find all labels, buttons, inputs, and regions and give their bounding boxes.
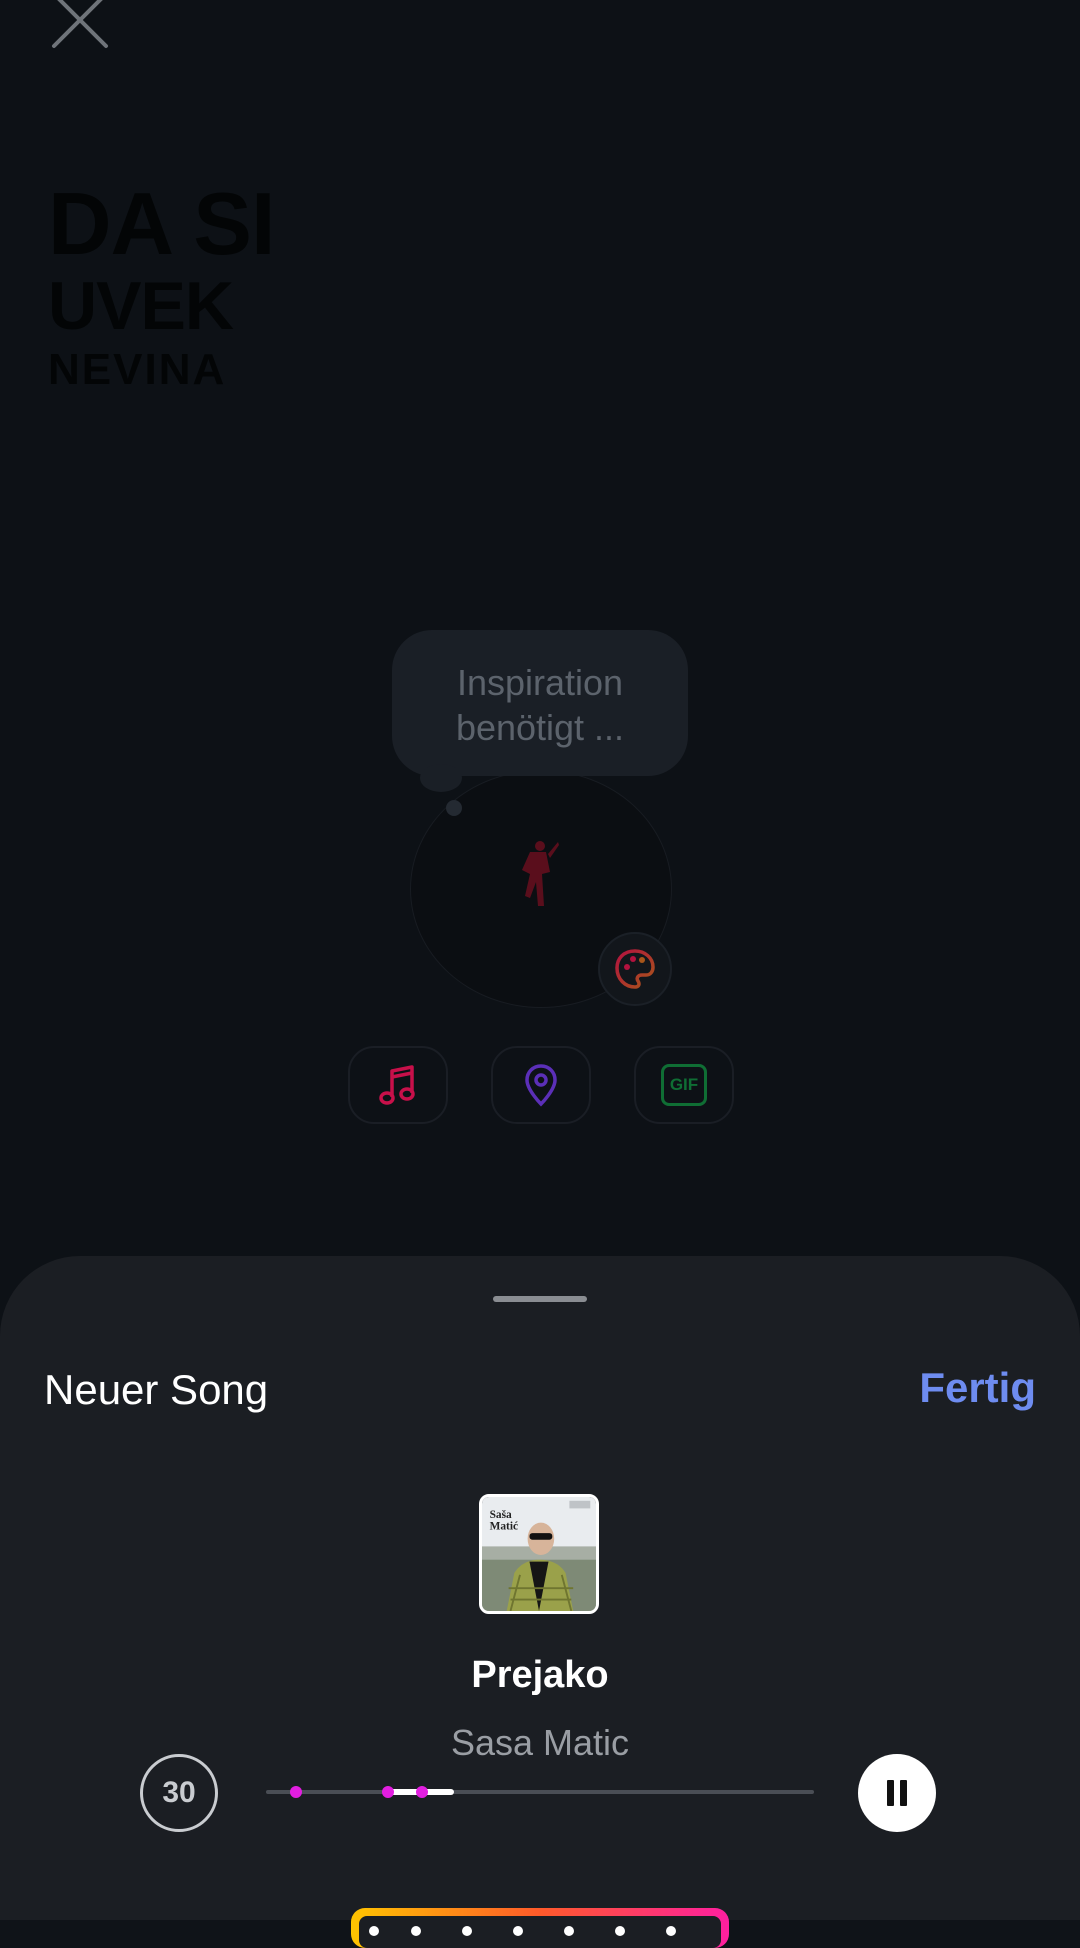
gif-icon: GIF [661, 1064, 707, 1106]
waveform-dot [666, 1926, 676, 1936]
bubble-tail-dot [446, 800, 462, 816]
album-artist-line-1: Saša [490, 1509, 512, 1521]
waveform-dot [411, 1926, 421, 1936]
headline-text: DA SI UVEK NEVINA [48, 174, 275, 394]
bubble-line-2: benötigt ... [455, 707, 625, 748]
lyric-marker [290, 1786, 302, 1798]
palette-button[interactable] [598, 932, 672, 1006]
palette-icon [615, 949, 655, 989]
album-artist-line-2: Matić [490, 1520, 518, 1532]
inspiration-bubble[interactable]: Inspiration benötigt ... [392, 630, 688, 776]
lyric-marker [416, 1786, 428, 1798]
waveform-dot [615, 1926, 625, 1936]
album-cover-image: Saša Matić [482, 1497, 596, 1611]
lyric-marker [382, 1786, 394, 1798]
polo-logo [522, 841, 559, 906]
location-sticker-button[interactable] [491, 1046, 591, 1124]
bubble-line-1: Inspiration [456, 662, 624, 703]
clip-waveform-selector[interactable] [351, 1908, 729, 1948]
song-title: Prejako [471, 1654, 609, 1696]
pause-button[interactable] [858, 1754, 936, 1832]
clip-duration-button[interactable]: 30 [140, 1754, 218, 1832]
sheet-drag-handle[interactable] [493, 1296, 587, 1302]
headline-line-2: UVEK [48, 268, 234, 344]
pause-icon [887, 1780, 894, 1806]
waveform-dot [513, 1926, 523, 1936]
location-pin-icon [525, 1064, 557, 1107]
waveform-dot [462, 1926, 472, 1936]
waveform-dot [369, 1926, 379, 1936]
album-cover: Saša Matić [479, 1494, 599, 1614]
music-note-icon [379, 1065, 415, 1105]
gif-sticker-button[interactable]: GIF [634, 1046, 734, 1124]
waveform-dot [564, 1926, 574, 1936]
done-button[interactable]: Fertig [919, 1364, 1036, 1412]
sheet-title: Neuer Song [44, 1366, 269, 1413]
headline-line-1: DA SI [48, 174, 275, 273]
music-sticker-button[interactable] [348, 1046, 448, 1124]
close-button[interactable] [40, 0, 120, 60]
headline-line-3: NEVINA [48, 345, 227, 394]
song-scrubber-track[interactable] [266, 1790, 814, 1794]
close-icon [52, 0, 108, 48]
pause-icon-bar [900, 1780, 907, 1806]
waveform-area [359, 1916, 721, 1948]
bubble-tail [420, 764, 462, 792]
